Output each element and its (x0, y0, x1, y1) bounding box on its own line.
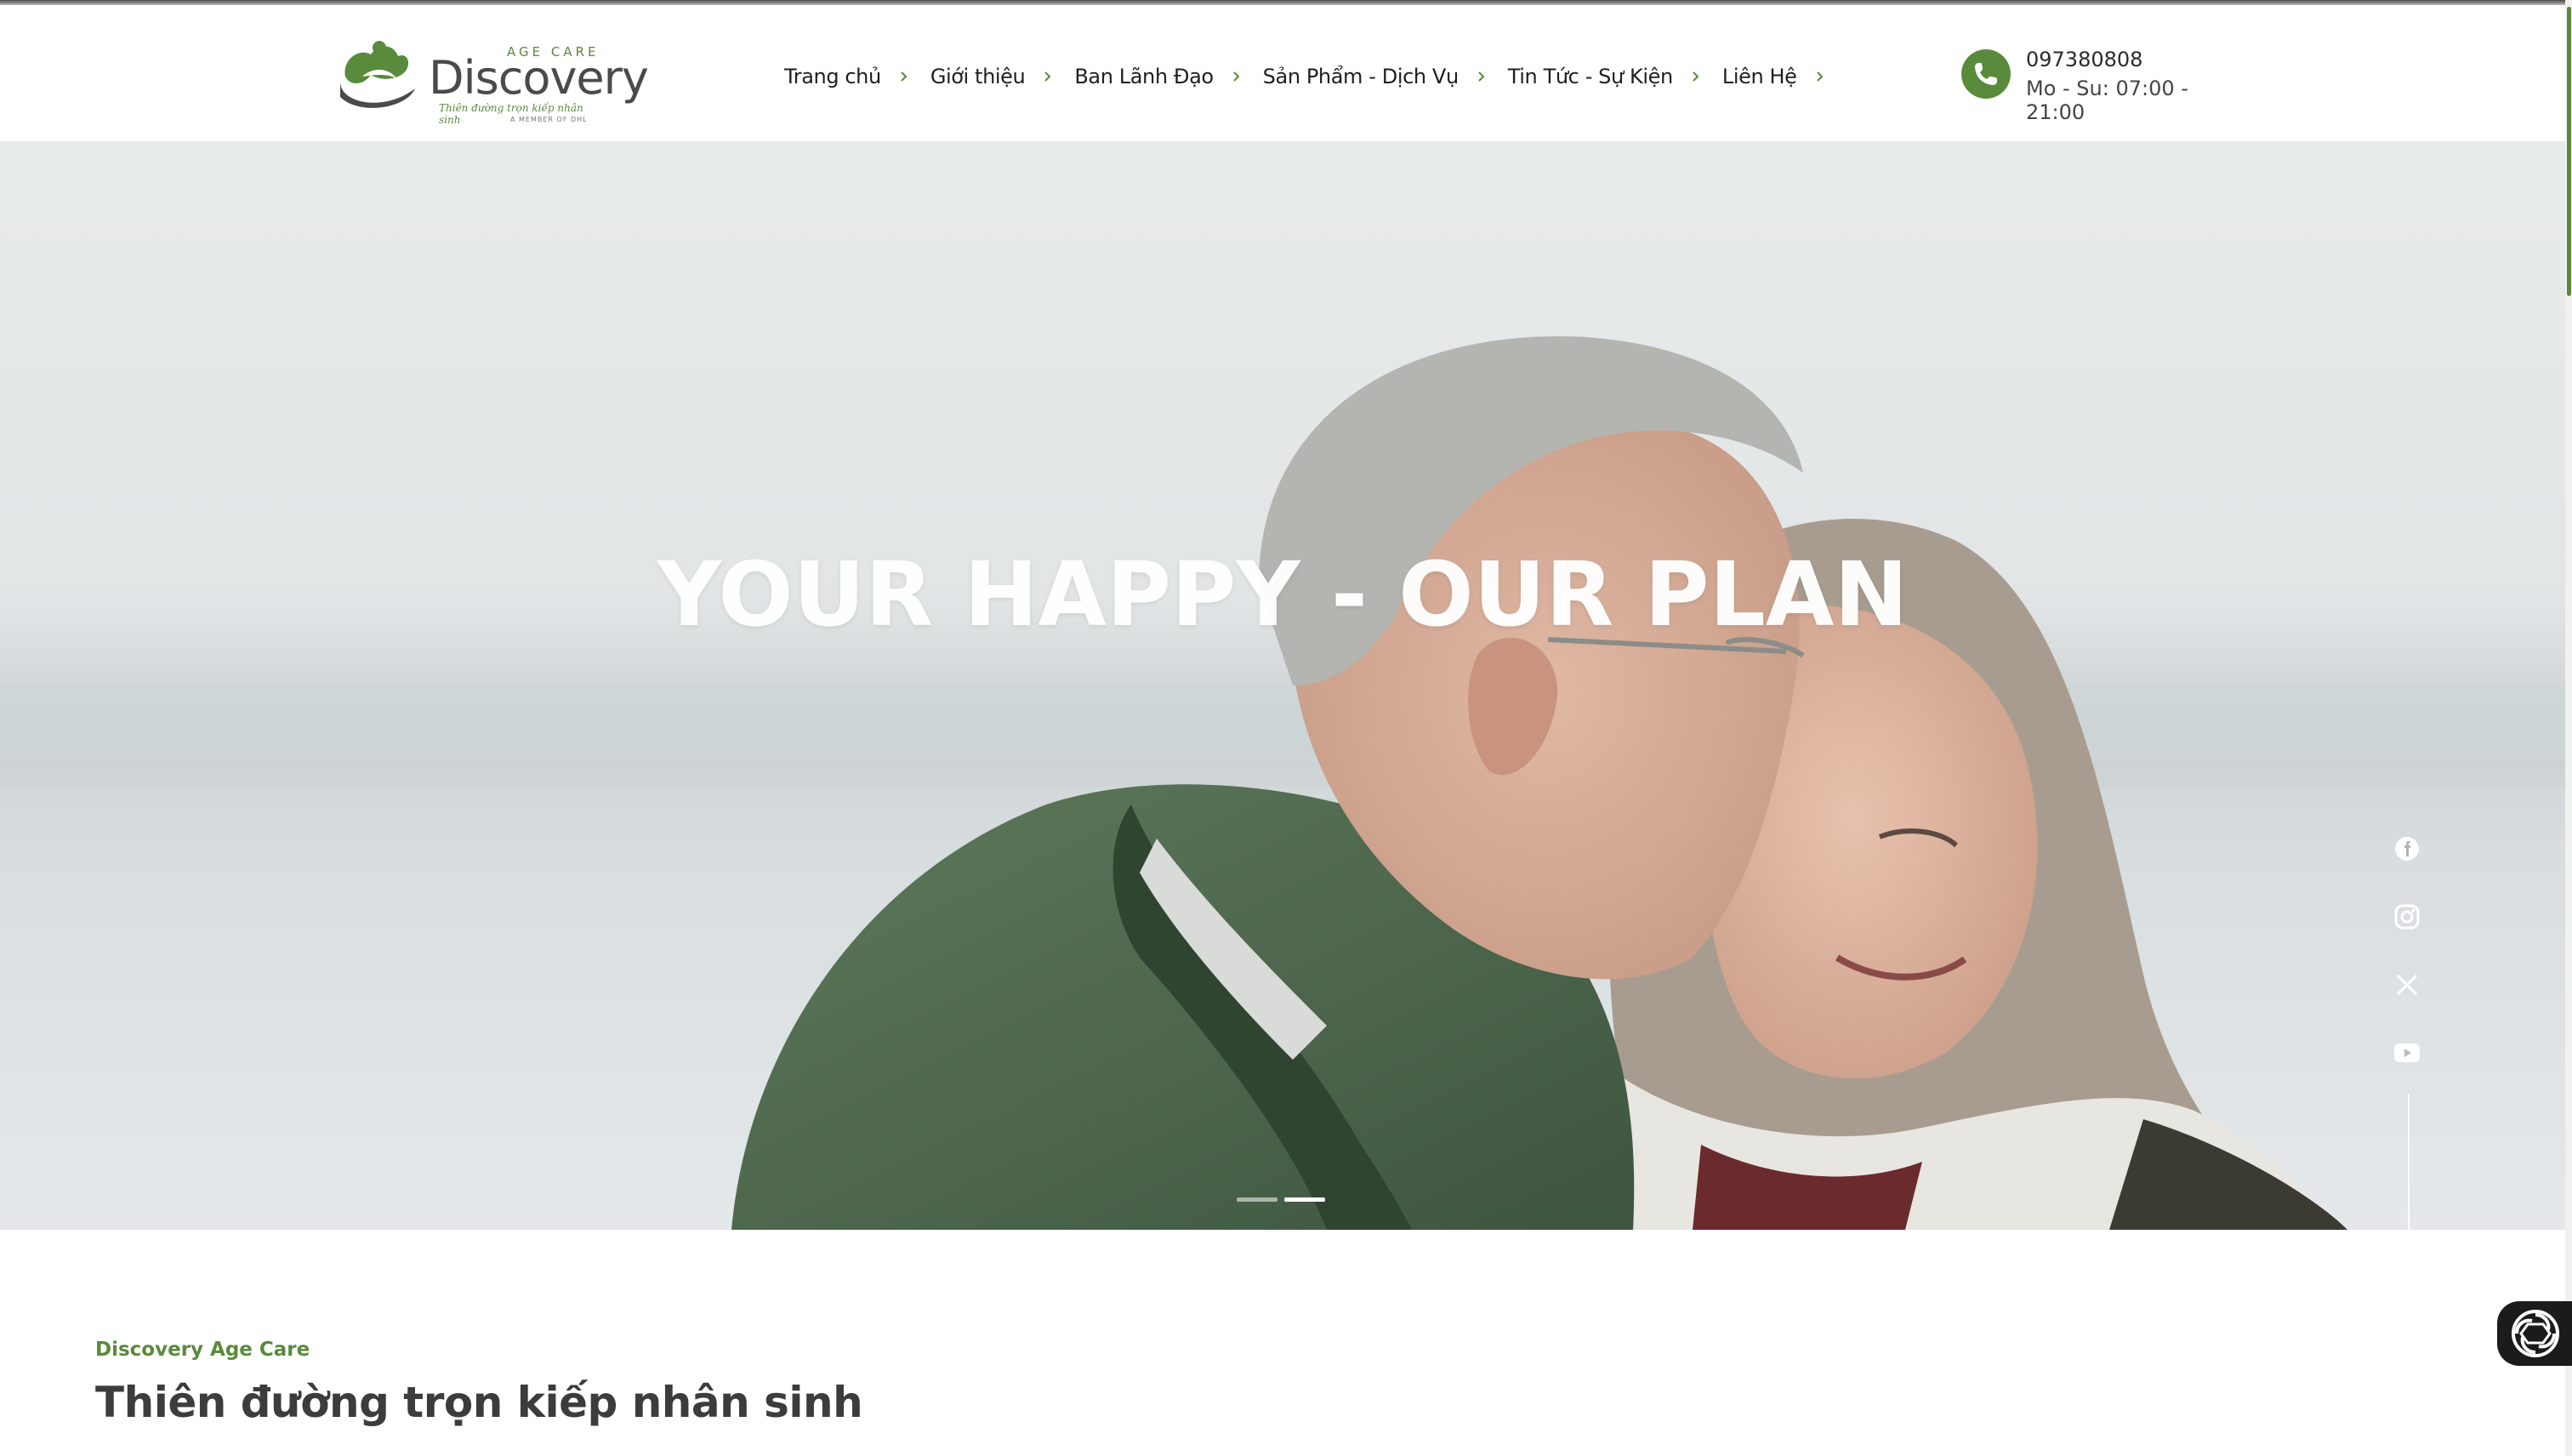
slider-dot-2-active[interactable] (1284, 1197, 1325, 1202)
chat-assistant-button[interactable] (2497, 1301, 2572, 1366)
phone-glyph-icon (1975, 63, 1997, 85)
opening-hours: Mo - Su: 07:00 - 21:00 (2026, 77, 2188, 124)
section-title: Thiên đường trọn kiếp nhân sinh (95, 1378, 863, 1427)
chevron-right-icon (1232, 71, 1240, 82)
nav-item-gioi-thieu[interactable]: Giới thiệu (930, 65, 1053, 88)
hero-slider[interactable]: YOUR HAPPY - OUR PLAN (0, 141, 2565, 1230)
facebook-icon[interactable] (2388, 830, 2426, 867)
section-kicker: Discovery Age Care (95, 1339, 310, 1361)
phone-number[interactable]: 097380808 (2026, 48, 2142, 71)
nav-item-san-pham-dich-vu[interactable]: Sản Phẩm - Dịch Vụ (1263, 65, 1486, 88)
nav-item-tin-tuc-su-kien[interactable]: Tin Tức - Sự Kiện (1508, 65, 1700, 88)
nav-item-label: Trang chủ (784, 65, 881, 88)
x-icon[interactable] (2388, 966, 2426, 1004)
nav-item-lien-he[interactable]: Liên Hệ (1722, 65, 1824, 88)
slider-dot-1[interactable] (1237, 1197, 1277, 1202)
social-links (2388, 830, 2426, 1102)
chevron-right-icon (1816, 71, 1823, 82)
chevron-right-icon (901, 71, 908, 82)
logo-member-note: A MEMBER OF DHL (510, 116, 588, 123)
nav-item-label: Ban Lãnh Đạo (1074, 65, 1214, 88)
scrollbar-thumb[interactable] (2567, 7, 2571, 296)
slider-pagination (1237, 1197, 1325, 1202)
social-divider (2408, 1094, 2410, 1230)
hero-title: YOUR HAPPY - OUR PLAN (657, 543, 1909, 646)
chevron-right-icon (1693, 71, 1699, 82)
site-header: AGE CARE Discovery Thiên đường trọn kiếp… (0, 5, 2565, 141)
main-nav: Trang chủ Giới thiệu Ban Lãnh Đạo Sản Ph… (784, 56, 1846, 97)
youtube-icon[interactable] (2388, 1034, 2426, 1072)
nav-item-label: Tin Tức - Sự Kiện (1507, 65, 1673, 88)
instagram-icon[interactable] (2388, 898, 2426, 936)
chevron-right-icon (1478, 71, 1485, 82)
nav-item-label: Giới thiệu (930, 65, 1026, 88)
header-contact[interactable]: 097380808 Mo - Su: 07:00 - 21:00 (1961, 44, 2242, 124)
chevron-right-icon (1044, 71, 1051, 82)
site-logo[interactable]: AGE CARE Discovery Thiên đường trọn kiếp… (333, 34, 649, 126)
logo-mark-icon (340, 41, 415, 108)
hero-photo (0, 141, 2565, 1230)
nav-item-label: Sản Phẩm - Dịch Vụ (1262, 65, 1459, 88)
nav-item-ban-lanh-dao[interactable]: Ban Lãnh Đạo (1074, 65, 1240, 88)
phone-icon (1961, 49, 2011, 99)
openai-icon (2512, 1310, 2559, 1357)
nav-item-label: Liên Hệ (1721, 65, 1797, 88)
nav-item-trang-chu[interactable]: Trang chủ (784, 65, 908, 88)
logo-wordmark: Discovery (429, 51, 649, 105)
